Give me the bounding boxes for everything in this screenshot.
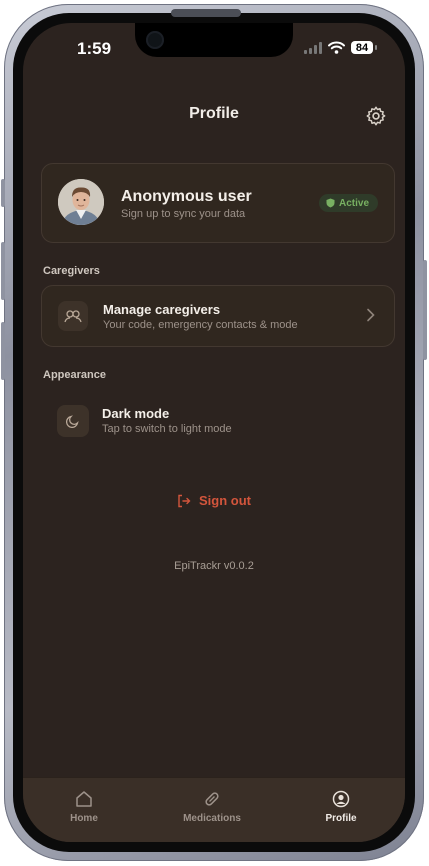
- shield-icon: [326, 198, 335, 208]
- signal-icon: [304, 41, 322, 54]
- speaker-grille: [171, 9, 241, 17]
- status-indicators: 84: [304, 41, 377, 54]
- section-label-appearance: Appearance: [43, 369, 106, 381]
- moon-icon: [66, 415, 79, 428]
- tab-medications[interactable]: Medications: [162, 790, 262, 824]
- volume-down-button: [1, 322, 5, 380]
- caregivers-icon-box: [58, 301, 88, 331]
- users-icon: [64, 310, 82, 323]
- chevron-right-icon: [367, 308, 375, 322]
- phone-bezel: 1:59 84 Profile Anonymous user Sign up t…: [13, 9, 415, 852]
- tab-bar: Home Medications Profile: [23, 777, 405, 842]
- battery-indicator: 84: [351, 41, 377, 54]
- dark-mode-title: Dark mode: [102, 406, 170, 421]
- status-time: 1:59: [77, 39, 112, 58]
- app-version: EpiTrackr v0.0.2: [174, 560, 254, 572]
- action-button: [1, 179, 5, 207]
- page-title: Profile: [189, 105, 239, 122]
- tab-profile[interactable]: Profile: [291, 790, 391, 824]
- dark-mode-subtitle: Tap to switch to light mode: [102, 423, 232, 435]
- home-icon: [76, 791, 92, 807]
- tab-profile-label: Profile: [325, 813, 357, 824]
- dark-mode-icon-box: [57, 405, 89, 437]
- tab-home-label: Home: [70, 813, 98, 824]
- power-button: [423, 260, 427, 360]
- manage-caregivers-row[interactable]: Manage caregivers Your code, emergency c…: [41, 285, 395, 347]
- camera-icon: [146, 31, 164, 49]
- user-name: Anonymous user: [121, 188, 252, 205]
- manage-caregivers-title: Manage caregivers: [103, 302, 221, 317]
- phone-frame: 1:59 84 Profile Anonymous user Sign up t…: [1, 4, 427, 861]
- pill-icon: [205, 792, 219, 806]
- avatar: [58, 179, 104, 225]
- tab-home[interactable]: Home: [34, 790, 134, 824]
- wifi-icon: [328, 41, 345, 54]
- tab-medications-label: Medications: [183, 813, 241, 824]
- user-subtitle: Sign up to sync your data: [121, 208, 246, 220]
- gear-icon[interactable]: [365, 105, 387, 127]
- profile-icon: [332, 790, 350, 808]
- sign-out-button[interactable]: Sign out: [23, 493, 405, 508]
- section-label-caregivers: Caregivers: [43, 265, 100, 277]
- user-card[interactable]: Anonymous user Sign up to sync your data…: [41, 163, 395, 243]
- status-badge-label: Active: [338, 197, 369, 209]
- manage-caregivers-subtitle: Your code, emergency contacts & mode: [103, 319, 298, 331]
- volume-up-button: [1, 242, 5, 300]
- sign-out-icon: [178, 494, 191, 507]
- status-badge: Active: [318, 194, 378, 212]
- dark-mode-toggle[interactable]: Dark mode Tap to switch to light mode: [41, 393, 393, 443]
- screen: 1:59 84 Profile Anonymous user Sign up t…: [23, 23, 405, 842]
- sign-out-label: Sign out: [199, 493, 251, 508]
